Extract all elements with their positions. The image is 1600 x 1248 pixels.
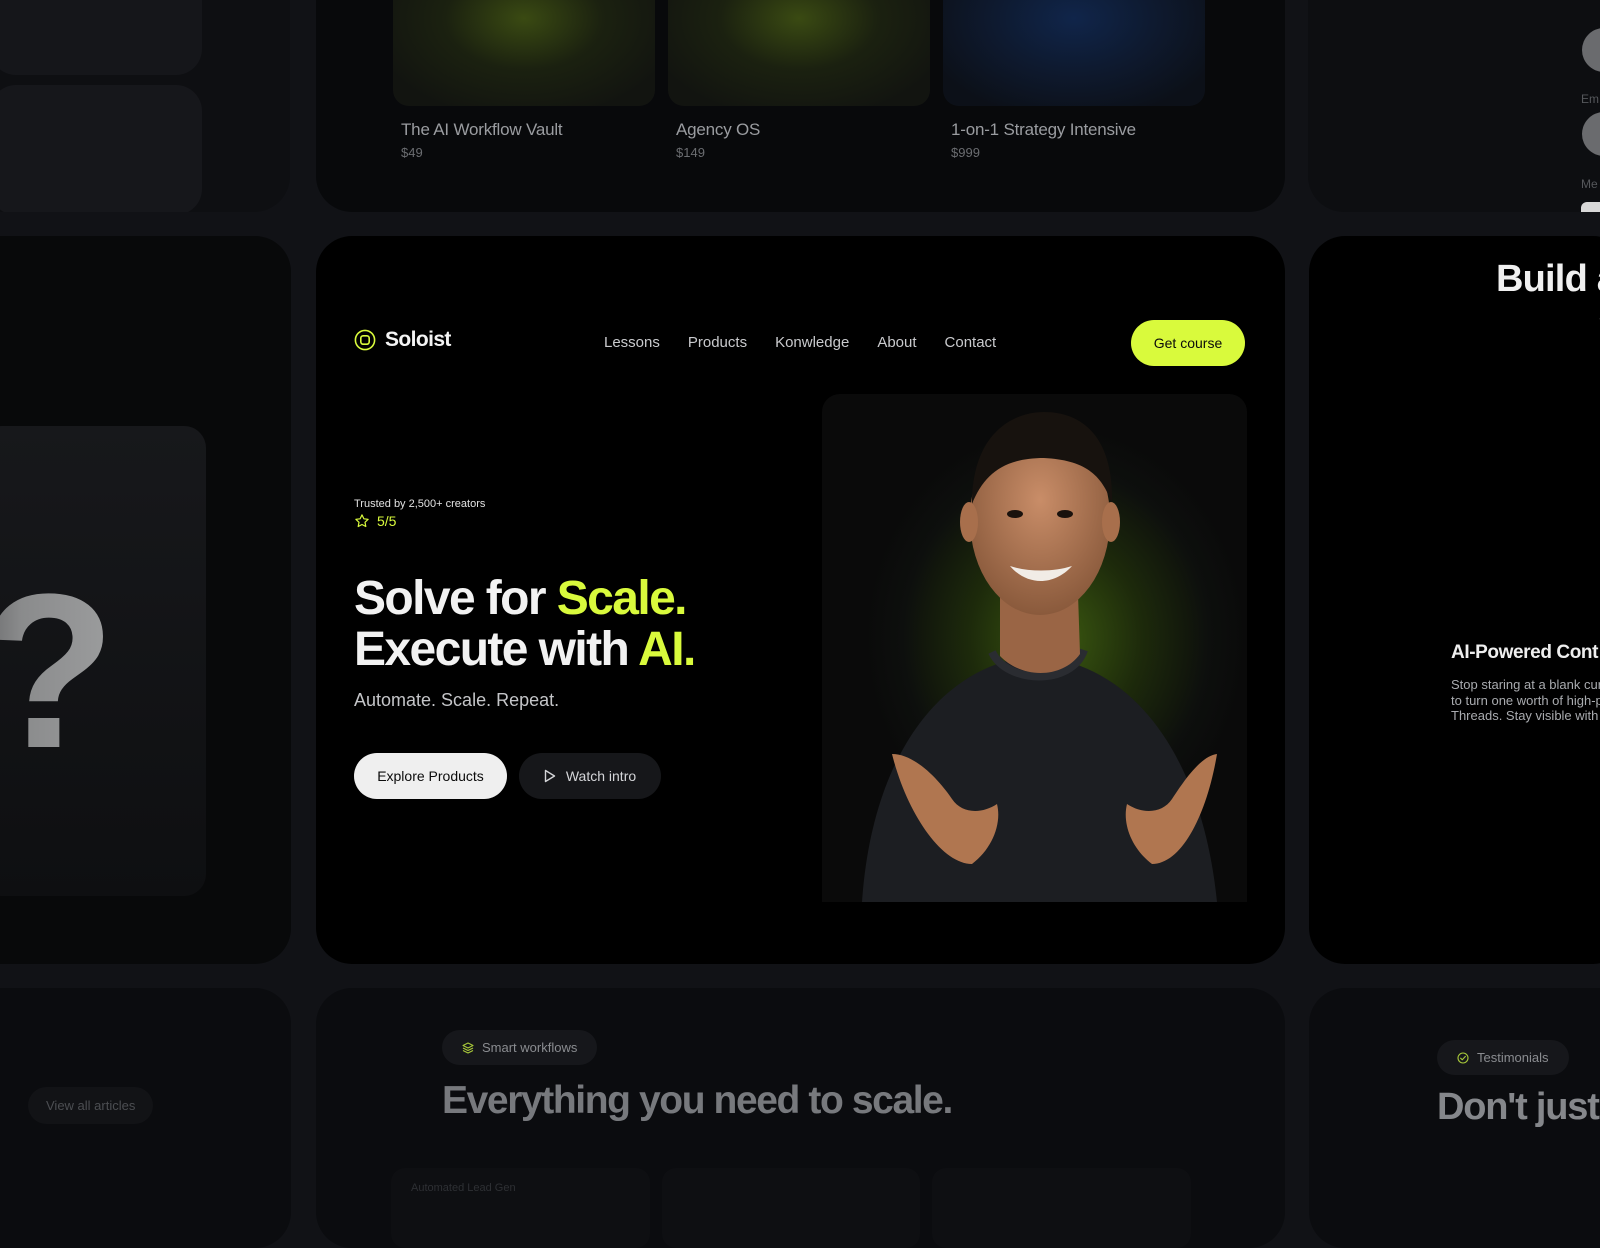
form-label: Me [1581,177,1598,191]
toggle-knob[interactable] [1582,28,1600,72]
product-card[interactable]: The AI Workflow Vault $49 [393,0,655,160]
top-left-panel [0,0,290,212]
headline-accent: AI. [638,623,696,676]
features-headline: Everything you need to scale. [442,1079,953,1122]
check-circle-icon [1457,1051,1469,1064]
feature-body: Stop staring at a blank cur trained mode… [1451,677,1600,724]
rating-value: 5/5 [377,513,397,529]
big-question-text: t? [0,561,116,781]
tag-label: Testimonials [1477,1050,1549,1065]
product-price: $999 [951,145,980,160]
ghost-card [0,85,202,212]
star-icon [355,514,369,528]
feature-card[interactable]: Automated Lead Gen [391,1168,650,1248]
testimonials-tag: Testimonials [1437,1040,1569,1075]
feature-title: AI-Powered Cont [1451,642,1599,663]
tag-label: Smart workflows [482,1040,578,1055]
feature-card[interactable] [661,1168,921,1248]
right-panel: Build a S AI-Powered Cont Stop staring a… [1309,236,1600,964]
product-image [943,0,1205,106]
feature-card[interactable] [932,1168,1192,1248]
headline-accent: Scale. [556,572,688,625]
logo[interactable]: Soloist [354,328,451,352]
testimonials-headline: Don't just [1437,1086,1600,1128]
product-price: $149 [676,145,705,160]
nav-item-lessons[interactable]: Lessons [604,334,660,351]
headline-part: Solve for [354,572,557,625]
watch-intro-label: Watch intro [565,768,637,784]
nav-item-products[interactable]: Products [688,334,747,351]
features-panel: Smart workflows Everything you need to s… [316,988,1285,1248]
toggle-knob[interactable] [1582,112,1600,156]
right-panel-title: Build a [1496,258,1600,300]
product-name: The AI Workflow Vault [401,120,563,139]
hero-headline: Solve for Scale. Execute with AI. [354,572,696,676]
testimonials-panel: Testimonials Don't just [1309,988,1600,1248]
get-course-button[interactable]: Get course [1131,320,1245,366]
form-label: Em [1581,92,1599,106]
product-image [668,0,930,106]
products-panel: The AI Workflow Vault $49 Agency OS $149… [316,0,1285,212]
logo-mark-icon [354,329,376,351]
articles-panel: View all articles [0,988,291,1248]
hero-subhead: Automate. Scale. Repeat. [354,690,560,710]
left-panel: t? [0,236,291,964]
product-name: 1-on-1 Strategy Intensive [951,120,1136,139]
product-card[interactable]: Agency OS $149 [668,0,930,160]
ghost-card [0,0,202,75]
explore-products-button[interactable]: Explore Products [354,753,507,799]
person-portrait-icon [862,412,1217,902]
smart-workflows-tag: Smart workflows [442,1030,598,1065]
product-image [393,0,655,106]
nav-item-about[interactable]: About [877,334,916,351]
form-panel: Em Me [1308,0,1600,212]
view-all-articles-button[interactable]: View all articles [28,1087,154,1124]
hero-panel: Soloist Lessons Products Konwledge About… [316,236,1285,964]
trusted-text: Trusted by 2,500+ creators [354,498,486,510]
logo-text: Soloist [385,328,451,351]
play-icon [544,769,556,783]
headline-part: Execute with [354,623,639,676]
watch-intro-button[interactable]: Watch intro [519,753,661,799]
nav-item-contact[interactable]: Contact [945,334,997,351]
nav-item-knowledge[interactable]: Konwledge [775,334,849,351]
product-card[interactable]: 1-on-1 Strategy Intensive $999 [943,0,1205,160]
hero-photo [822,394,1247,902]
feature-cards-row: Automated Lead Gen [391,1168,1192,1248]
main-nav: Lessons Products Konwledge About Contact [604,334,996,351]
rating: 5/5 [354,513,396,529]
product-name: Agency OS [676,120,761,139]
product-price: $49 [401,145,423,160]
layers-icon [462,1041,474,1054]
form-input[interactable] [1581,202,1600,212]
